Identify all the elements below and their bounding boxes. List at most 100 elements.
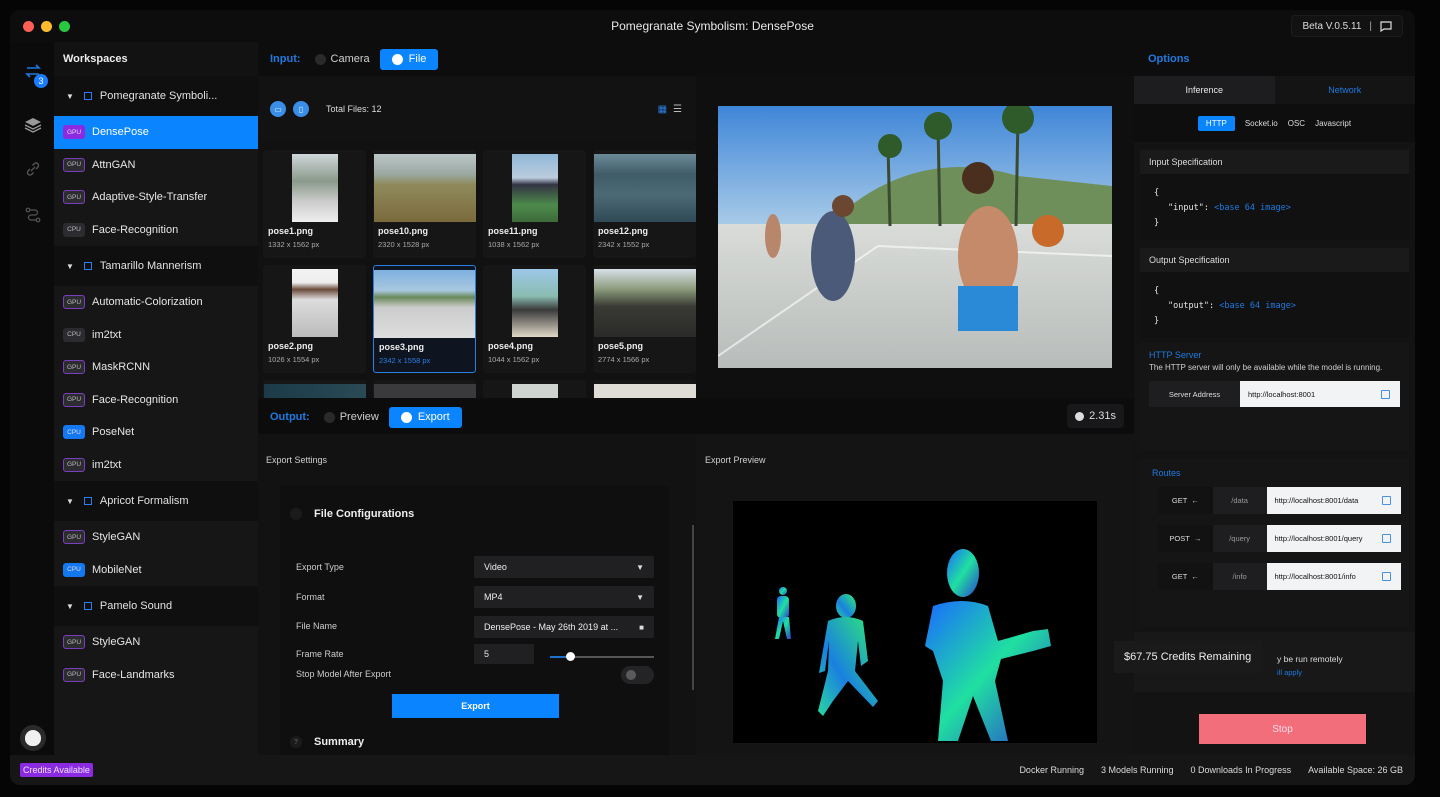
route-icon[interactable]	[22, 204, 44, 226]
route-url-field[interactable]: http://localhost:8001/info	[1266, 563, 1401, 590]
model-item[interactable]: GPU Automatic-Colorization	[54, 286, 258, 319]
scrollbar[interactable]	[692, 525, 694, 690]
export-type-label: Export Type	[296, 562, 344, 572]
list-view-icon[interactable]: ☰	[673, 104, 682, 115]
avatar-image	[25, 730, 41, 746]
frame-rate-slider[interactable]	[550, 652, 654, 661]
route-row: GET ← /data http://localhost:8001/data	[1158, 487, 1401, 514]
file-card-selected[interactable]: pose3.png 2342 x 1558 px	[373, 265, 476, 373]
tab-network[interactable]: Network	[1274, 76, 1415, 104]
file-card[interactable]	[593, 380, 696, 398]
zoom-window-button[interactable]	[59, 21, 70, 32]
file-card[interactable]: pose1.png 1332 x 1562 px	[263, 150, 366, 258]
model-item[interactable]: GPU Face-Recognition	[54, 384, 258, 417]
file-card[interactable]	[483, 380, 586, 398]
model-name: Face-Recognition	[92, 393, 179, 406]
model-item[interactable]: GPU StyleGAN	[54, 626, 258, 659]
model-item[interactable]: GPU StyleGAN	[54, 521, 258, 554]
subtab-javascript[interactable]: Javascript	[1315, 119, 1351, 128]
downloads-status: 0 Downloads In Progress	[1190, 765, 1292, 775]
user-avatar[interactable]	[20, 725, 46, 751]
thumbnail	[511, 384, 558, 398]
file-card[interactable]: pose4.png 1044 x 1562 px	[483, 265, 586, 373]
workspace-name: Apricot Formalism	[99, 495, 189, 507]
model-item[interactable]: GPU MaskRCNN	[54, 351, 258, 384]
file-name-input[interactable]: DensePose - May 26th 2019 at ... ■	[474, 616, 654, 638]
grid-view-icon[interactable]: ▦	[658, 104, 667, 115]
stop-button[interactable]: Stop	[1199, 714, 1366, 744]
slider-handle[interactable]	[566, 652, 575, 661]
thumbnail	[593, 269, 696, 337]
workspace-group[interactable]: ▼ Apricot Formalism	[54, 481, 258, 521]
file-card[interactable]: pose10.png 2320 x 1528 px	[373, 150, 476, 258]
route-method: GET	[1171, 572, 1188, 581]
gpu-chip: GPU	[63, 667, 85, 682]
open-folder-button[interactable]: ▭	[270, 101, 286, 117]
route-url-field[interactable]: http://localhost:8001/query	[1266, 525, 1401, 552]
model-item[interactable]: GPU im2txt	[54, 449, 258, 482]
subtab-http[interactable]: HTTP	[1197, 115, 1235, 131]
stop-model-toggle[interactable]	[621, 666, 654, 684]
thumbnail	[511, 269, 558, 337]
model-item[interactable]: CPU PoseNet	[54, 416, 258, 449]
open-file-button[interactable]: ▯	[293, 101, 309, 117]
file-card[interactable]	[263, 380, 366, 398]
minimize-window-button[interactable]	[41, 21, 52, 32]
file-name: pose11.png	[488, 226, 538, 236]
remote-run-link[interactable]: ill apply	[1277, 668, 1302, 677]
model-item[interactable]: GPU Face-Landmarks	[54, 659, 258, 692]
workspace-group[interactable]: ▼ Tamarillo Mannerism	[54, 246, 258, 286]
model-item[interactable]: CPU Face-Recognition	[54, 214, 258, 247]
model-item[interactable]: GPU AttnGAN	[54, 149, 258, 182]
version-label: Beta V.0.5.11	[1302, 20, 1362, 32]
file-tab[interactable]: File	[379, 48, 439, 70]
frame-rate-input[interactable]: 5	[474, 644, 534, 664]
file-card[interactable]: pose2.png 1026 x 1554 px	[263, 265, 366, 373]
link-icon[interactable]	[22, 158, 44, 180]
thumbnail	[291, 154, 338, 222]
collapse-triangle-icon[interactable]: ▼	[66, 92, 74, 101]
close-window-button[interactable]	[23, 21, 34, 32]
subtab-osc[interactable]: OSC	[1288, 119, 1305, 128]
collapse-triangle-icon[interactable]: ▼	[66, 602, 74, 611]
camera-tab[interactable]: Camera	[314, 53, 370, 65]
model-item[interactable]: GPU DensePose	[54, 116, 258, 149]
folder-icon[interactable]: ■	[639, 623, 644, 632]
workspace-group[interactable]: ▼ Pamelo Sound	[54, 586, 258, 626]
gpu-chip: GPU	[63, 635, 85, 650]
model-item[interactable]: CPU im2txt	[54, 319, 258, 352]
file-card[interactable]	[373, 380, 476, 398]
export-tab[interactable]: Export	[388, 406, 462, 428]
subtab-socketio[interactable]: Socket.io	[1245, 119, 1278, 128]
tab-inference[interactable]: Inference	[1134, 76, 1275, 104]
select-value: Video	[484, 562, 507, 572]
collapse-triangle-icon[interactable]: ▼	[66, 262, 74, 271]
copy-icon[interactable]	[1382, 572, 1391, 581]
file-toolbar: ▭ ▯ Total Files: 12 ▦ ☰	[258, 76, 696, 142]
inference-time: 2.31s	[1067, 404, 1124, 428]
layers-icon[interactable]	[22, 114, 44, 136]
file-configurations-panel: File Configurations Export Type Video ▼ F…	[280, 486, 670, 755]
file-card[interactable]: pose12.png 2342 x 1552 px	[593, 150, 696, 258]
eye-icon	[323, 411, 335, 423]
copy-icon[interactable]	[1382, 534, 1391, 543]
collapse-triangle-icon[interactable]: ▼	[66, 497, 74, 506]
credits-available-badge[interactable]: Credits Available	[20, 763, 93, 777]
feedback-icon[interactable]	[1380, 20, 1392, 32]
export-button[interactable]: Export	[392, 694, 559, 718]
workspace-group[interactable]: ▼ Pomegranate Symboli...	[54, 76, 258, 116]
server-address-field[interactable]: http://localhost:8001	[1240, 381, 1400, 407]
preview-tab[interactable]: Preview	[323, 411, 379, 423]
file-size: 2774 x 1566 px	[598, 355, 650, 364]
format-select[interactable]: MP4 ▼	[474, 586, 654, 608]
model-item[interactable]: GPU Adaptive-Style-Transfer	[54, 181, 258, 214]
file-card[interactable]: pose5.png 2774 x 1566 px	[593, 265, 696, 373]
export-type-select[interactable]: Video ▼	[474, 556, 654, 578]
model-name: Automatic-Colorization	[92, 296, 203, 309]
file-card[interactable]: pose11.png 1038 x 1562 px	[483, 150, 586, 258]
copy-icon[interactable]	[1381, 389, 1390, 399]
model-item[interactable]: CPU MobileNet	[54, 554, 258, 587]
copy-icon[interactable]	[1382, 496, 1391, 505]
routes-title: Routes	[1152, 468, 1181, 478]
route-url-field[interactable]: http://localhost:8001/data	[1266, 487, 1401, 514]
